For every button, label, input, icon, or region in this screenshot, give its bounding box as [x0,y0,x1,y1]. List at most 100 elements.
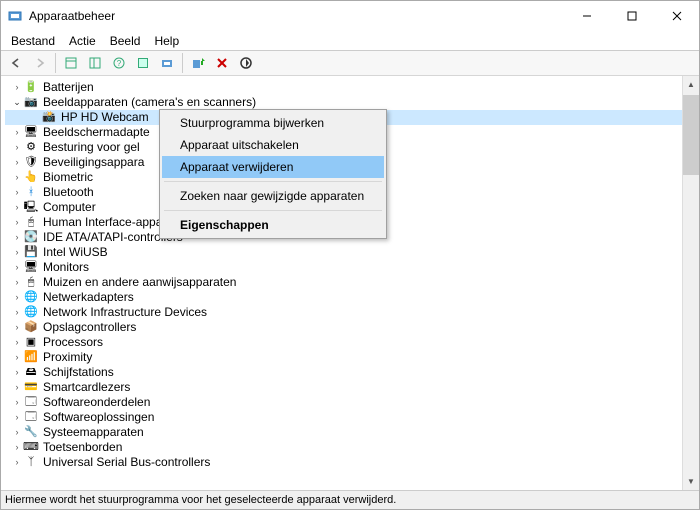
tree-node[interactable]: ›⌨Toetsenborden [5,440,699,455]
scroll-track[interactable] [683,175,699,473]
wiusb-icon: 💾 [23,246,39,260]
sw-icon: 🗔 [23,411,39,425]
help-button[interactable]: ? [108,52,130,74]
webcam-icon: 📸 [41,111,57,125]
tree-node-label: Biometric [43,170,93,185]
maximize-button[interactable] [609,1,654,31]
expand-icon[interactable]: › [11,275,23,290]
scroll-down-button[interactable]: ▼ [683,473,699,490]
expand-icon[interactable]: › [11,200,23,215]
tree-node[interactable]: ›🗔 Softwareonderdelen [5,395,699,410]
toolbar: ? [1,50,699,76]
tree-node[interactable]: ›🌐Netwerkadapters [5,290,699,305]
tree-node-label: Batterijen [43,80,94,95]
menu-action[interactable]: Actie [63,33,102,49]
tree-node-label: Toetsenborden [43,440,122,455]
scan-hardware-button[interactable] [156,52,178,74]
scroll-thumb[interactable] [683,95,699,175]
tree-node[interactable]: ›🌐Network Infrastructure Devices [5,305,699,320]
prox-icon: 📶 [23,351,39,365]
tree-node-label: Opslagcontrollers [43,320,136,335]
back-button[interactable] [5,52,27,74]
usb-icon: ᛉ [23,456,39,470]
expand-icon[interactable]: › [11,440,23,455]
update-driver-button[interactable] [187,52,209,74]
show-hide-console-button[interactable] [60,52,82,74]
expand-icon[interactable]: › [11,365,23,380]
expand-icon[interactable]: › [11,245,23,260]
expand-icon[interactable]: › [11,230,23,245]
expand-icon[interactable]: › [11,350,23,365]
menu-item-update-driver[interactable]: Stuurprogramma bijwerken [162,112,384,134]
collapse-icon[interactable]: ⌄ [11,95,23,110]
menu-item-scan-hardware[interactable]: Zoeken naar gewijzigde apparaten [162,185,384,207]
sw-icon: 🗔 [23,396,39,410]
battery-icon: 🔋 [23,81,39,95]
expand-icon[interactable]: › [11,125,23,140]
expand-icon[interactable]: › [11,80,23,95]
expand-icon[interactable]: › [11,260,23,275]
scrollbar[interactable]: ▲ ▼ [682,76,699,490]
tree-node[interactable]: ›🖥Monitors [5,260,699,275]
detail-view-button[interactable] [132,52,154,74]
menu-item-properties[interactable]: Eigenschappen [162,214,384,236]
minimize-button[interactable] [564,1,609,31]
expand-icon[interactable]: › [11,215,23,230]
expand-icon[interactable]: › [11,185,23,200]
uninstall-device-button[interactable] [211,52,233,74]
monitor-icon: 🖥 [23,126,39,140]
properties-view-button[interactable] [84,52,106,74]
window-controls [564,1,699,31]
expand-icon[interactable]: › [11,290,23,305]
bt-icon: ᚼ [23,186,39,200]
smart-icon: 💳 [23,381,39,395]
expand-icon[interactable]: › [11,410,23,425]
app-icon [7,8,23,24]
tree-node-label: Monitors [43,260,89,275]
tree-node-label: Schijfstations [43,365,114,380]
tree-node[interactable]: ›🗔Softwareoplossingen [5,410,699,425]
tree-node[interactable]: ›🖴Schijfstations [5,365,699,380]
tree-node-label: Softwareonderdelen [43,395,150,410]
scroll-up-button[interactable]: ▲ [683,76,699,93]
expand-icon[interactable]: › [11,140,23,155]
disable-device-button[interactable] [235,52,257,74]
expand-icon[interactable]: › [11,380,23,395]
tree-node-label: Universal Serial Bus-controllers [43,455,210,470]
svg-text:?: ? [117,59,122,68]
expand-icon[interactable]: › [11,155,23,170]
tree-node-label: Muizen en andere aanwijsapparaten [43,275,236,290]
tree-node-label: Proximity [43,350,92,365]
storage-icon: 📦 [23,321,39,335]
menu-item-uninstall-device[interactable]: Apparaat verwijderen [162,156,384,178]
menu-help[interactable]: Help [148,33,185,49]
tree-node[interactable]: ›📶 Proximity [5,350,699,365]
tree-node[interactable]: ›ᛉ Universal Serial Bus-controllers [5,455,699,470]
close-button[interactable] [654,1,699,31]
tree-node-label: Beeldapparaten (camera's en scanners) [43,95,256,110]
tree-node[interactable]: ›💳Smartcardlezers [5,380,699,395]
mouse-icon: 🖱 [23,276,39,290]
expand-icon[interactable]: › [11,455,23,470]
expand-icon[interactable]: › [11,320,23,335]
tree-node-label: Beeldschermadapte [43,125,150,140]
expand-icon[interactable]: › [11,305,23,320]
forward-button[interactable] [29,52,51,74]
menu-view[interactable]: Beeld [104,33,147,49]
tree-node[interactable]: ›🔋 Batterijen [5,80,699,95]
expand-icon[interactable]: › [11,170,23,185]
pc-icon: 🖳 [23,201,39,215]
tree-node[interactable]: ⌄📷Beeldapparaten (camera's en scanners) [5,95,699,110]
tree-node[interactable]: ›💾 Intel WiUSB [5,245,699,260]
tree-node-label: Intel WiUSB [43,245,108,260]
expand-icon[interactable]: › [11,425,23,440]
menu-item-disable-device[interactable]: Apparaat uitschakelen [162,134,384,156]
expand-icon[interactable]: › [11,395,23,410]
expand-icon[interactable]: › [11,335,23,350]
device-icon: ⚙ [23,141,39,155]
tree-node[interactable]: ›▣Processors [5,335,699,350]
tree-node[interactable]: ›📦 Opslagcontrollers [5,320,699,335]
tree-node[interactable]: ›🖱 Muizen en andere aanwijsapparaten [5,275,699,290]
menu-file[interactable]: Bestand [5,33,61,49]
tree-node[interactable]: ›🔧Systeemapparaten [5,425,699,440]
